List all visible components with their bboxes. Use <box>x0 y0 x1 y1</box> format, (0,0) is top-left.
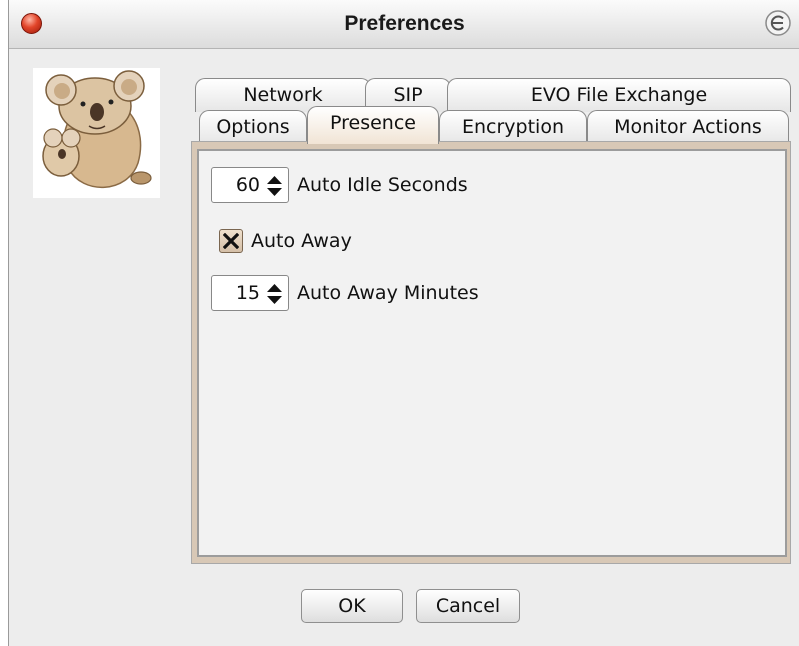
ok-button[interactable]: OK <box>301 589 403 623</box>
auto-away-minutes-spinner[interactable]: 15 <box>211 275 289 311</box>
title-bar[interactable]: Preferences <box>9 0 799 49</box>
application-menu-icon[interactable] <box>764 9 792 37</box>
tab-presence[interactable]: Presence <box>307 106 439 144</box>
preferences-window: Preferences Network SIP EVO File Exchang… <box>8 0 799 646</box>
presence-tab-panel: 60 Auto Idle Seconds Auto Away 15 Auto A… <box>197 149 787 557</box>
auto-away-minutes-value: 15 <box>235 282 260 304</box>
spinner-arrows-icon[interactable] <box>266 283 283 305</box>
auto-away-minutes-label: Auto Away Minutes <box>297 282 479 304</box>
checkmark-x-icon <box>223 233 239 249</box>
tab-evo-file-exchange[interactable]: EVO File Exchange <box>447 78 791 112</box>
auto-idle-seconds-spinner[interactable]: 60 <box>211 167 289 203</box>
auto-idle-seconds-value: 60 <box>235 174 260 196</box>
tab-monitor-actions[interactable]: Monitor Actions <box>587 110 789 144</box>
tab-options[interactable]: Options <box>199 110 307 144</box>
tab-encryption[interactable]: Encryption <box>439 110 587 144</box>
koala-logo-image <box>33 68 160 198</box>
window-title: Preferences <box>344 12 465 35</box>
cancel-button[interactable]: Cancel <box>416 589 520 623</box>
auto-away-label: Auto Away <box>251 230 352 252</box>
auto-away-checkbox[interactable] <box>219 229 243 253</box>
spinner-arrows-icon[interactable] <box>266 175 283 197</box>
auto-idle-seconds-label: Auto Idle Seconds <box>297 174 468 196</box>
